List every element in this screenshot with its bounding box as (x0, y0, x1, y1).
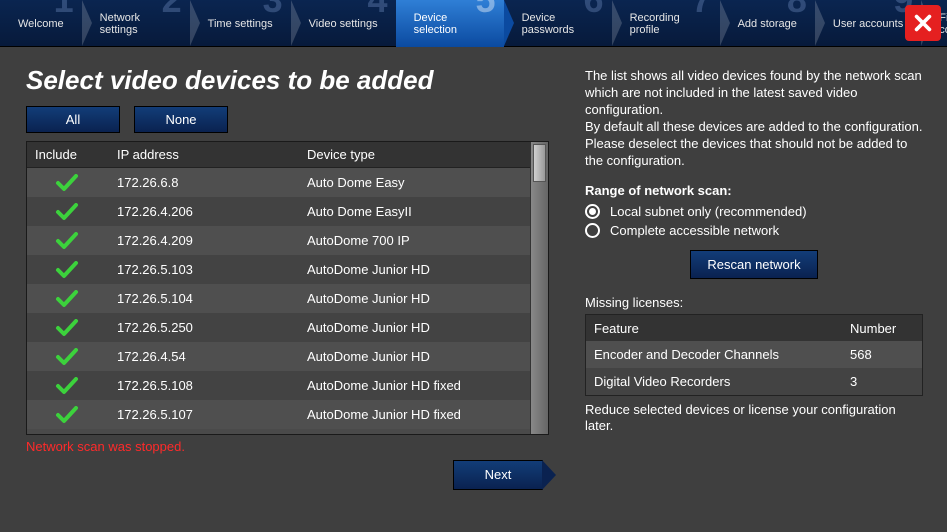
wizard-step-3[interactable]: 3 Time settings (190, 0, 291, 47)
cell-ip: 172.26.6.8 (107, 175, 297, 190)
table-row[interactable]: 172.26.5.104AutoDome Junior HD (27, 284, 530, 313)
scrollbar-thumb[interactable] (533, 144, 546, 182)
cell-ip: 172.26.5.107 (107, 407, 297, 422)
cell-ip: 172.26.4.54 (107, 349, 297, 364)
include-checkbox[interactable] (27, 290, 107, 308)
step-label: Recording profile (630, 12, 702, 36)
license-footer: Reduce selected devices or license your … (585, 402, 923, 434)
lic-feature: Encoder and Decoder Channels (586, 347, 842, 362)
col-header-include[interactable]: Include (27, 147, 107, 162)
cell-ip: 172.26.4.206 (107, 204, 297, 219)
include-checkbox[interactable] (27, 203, 107, 221)
table-row[interactable]: 172.26.5.250AutoDome Junior HD (27, 313, 530, 342)
step-number: 1 (54, 0, 74, 6)
table-row[interactable]: 172.26.6.8Auto Dome Easy (27, 168, 530, 197)
table-row[interactable]: 172.26.5.107AutoDome Junior HD fixed (27, 400, 530, 429)
device-table: Include IP address Device type 172.26.6.… (26, 141, 549, 435)
step-label: Time settings (208, 18, 273, 30)
wizard-step-6[interactable]: 6 Device passwords (504, 0, 612, 47)
wizard-step-1[interactable]: 1 Welcome (0, 0, 82, 47)
step-number: 5 (476, 0, 496, 6)
license-row: Digital Video Recorders3 (586, 368, 922, 395)
radio-complete-network[interactable]: Complete accessible network (585, 223, 923, 238)
cell-type: AutoDome 700 IP (297, 233, 530, 248)
step-label: Device selection (414, 12, 486, 36)
range-label: Range of network scan: (585, 183, 923, 198)
wizard-step-4[interactable]: 4 Video settings (291, 0, 396, 47)
wizard-step-8[interactable]: 8 Add storage (720, 0, 815, 47)
include-checkbox[interactable] (27, 261, 107, 279)
cell-ip: 172.26.5.103 (107, 262, 297, 277)
cell-type: AutoDome Junior HD (297, 349, 530, 364)
cell-type: AutoDome Junior HD (297, 320, 530, 335)
lic-col-number: Number (842, 321, 922, 336)
cell-type: AutoDome Junior HD (297, 291, 530, 306)
status-message: Network scan was stopped. (26, 439, 549, 454)
wizard-step-7[interactable]: 7 Recording profile (612, 0, 720, 47)
col-header-type[interactable]: Device type (297, 147, 530, 162)
cell-ip: 172.26.5.104 (107, 291, 297, 306)
include-checkbox[interactable] (27, 319, 107, 337)
lic-col-feature: Feature (586, 321, 842, 336)
radio-icon (585, 223, 600, 238)
wizard-step-2[interactable]: 2 Network settings (82, 0, 190, 47)
radio-local-subnet[interactable]: Local subnet only (recommended) (585, 204, 923, 219)
include-checkbox[interactable] (27, 377, 107, 395)
table-scrollbar[interactable] (530, 142, 548, 434)
step-number: 4 (368, 0, 388, 6)
step-number: 7 (692, 0, 712, 6)
wizard-steps: 1 Welcome 2 Network settings 3 Time settings 4… (0, 0, 947, 47)
radio-label: Local subnet only (recommended) (610, 204, 807, 219)
lic-number: 568 (842, 347, 922, 362)
table-row[interactable]: 172.26.5.108AutoDome Junior HD fixed (27, 371, 530, 400)
missing-licenses-label: Missing licenses: (585, 295, 923, 310)
lic-number: 3 (842, 374, 922, 389)
rescan-button[interactable]: Rescan network (690, 250, 817, 279)
step-label: Add storage (738, 18, 797, 30)
cell-type: AutoDome Junior HD fixed (297, 378, 530, 393)
table-row[interactable]: 172.26.4.206Auto Dome EasyII (27, 197, 530, 226)
step-label: Device passwords (522, 12, 594, 36)
table-row[interactable]: 172.26.4.54AutoDome Junior HD (27, 342, 530, 371)
license-row: Encoder and Decoder Channels568 (586, 341, 922, 368)
step-label: Welcome (18, 18, 64, 30)
cell-ip: 172.26.5.108 (107, 378, 297, 393)
include-checkbox[interactable] (27, 406, 107, 424)
step-number: 6 (584, 0, 604, 6)
cell-ip: 172.26.5.250 (107, 320, 297, 335)
col-header-ip[interactable]: IP address (107, 147, 297, 162)
step-label: Network settings (100, 12, 172, 36)
select-none-button[interactable]: None (134, 106, 228, 133)
table-row[interactable]: 172.26.5.103AutoDome Junior HD (27, 255, 530, 284)
include-checkbox[interactable] (27, 348, 107, 366)
step-label: User accounts (833, 18, 903, 30)
close-button[interactable] (905, 5, 941, 41)
include-checkbox[interactable] (27, 174, 107, 192)
step-number: 2 (162, 0, 182, 6)
select-all-button[interactable]: All (26, 106, 120, 133)
wizard-step-5[interactable]: 5 Device selection (396, 0, 504, 47)
info-text: The list shows all video devices found b… (585, 67, 923, 169)
include-checkbox[interactable] (27, 232, 107, 250)
cell-type: AutoDome Junior HD (297, 262, 530, 277)
cell-type: Auto Dome Easy (297, 175, 530, 190)
radio-label: Complete accessible network (610, 223, 779, 238)
page-title: Select video devices to be added (26, 65, 549, 96)
cell-ip: 172.26.4.209 (107, 233, 297, 248)
step-number: 3 (263, 0, 283, 6)
step-number: 8 (787, 0, 807, 6)
cell-type: AutoDome Junior HD fixed (297, 407, 530, 422)
license-table: Feature Number Encoder and Decoder Chann… (585, 314, 923, 396)
next-button[interactable]: Next (453, 460, 543, 490)
table-row[interactable]: 172.26.4.209AutoDome 700 IP (27, 226, 530, 255)
step-label: Video settings (309, 18, 378, 30)
cell-type: Auto Dome EasyII (297, 204, 530, 219)
lic-feature: Digital Video Recorders (586, 374, 842, 389)
radio-icon (585, 204, 600, 219)
